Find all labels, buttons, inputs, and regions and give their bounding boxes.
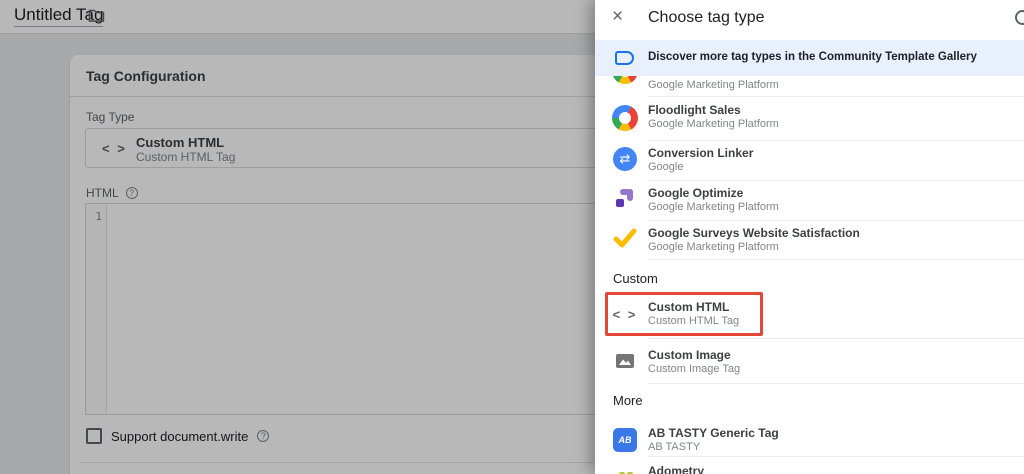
item-title: Google Optimize [648, 186, 743, 200]
section-header-more: More [613, 393, 643, 408]
item-subtitle: Google Marketing Platform [648, 201, 779, 213]
tag-type-item-conversion-linker[interactable]: ⇄ Conversion Linker Google [595, 139, 1024, 180]
checkmark-icon [612, 225, 638, 251]
item-title: AB TASTY Generic Tag [648, 426, 779, 440]
item-subtitle: Google Marketing Platform [648, 79, 779, 91]
adometry-icon [612, 463, 638, 474]
floodlight-icon [612, 105, 638, 131]
item-subtitle: Google Marketing Platform [648, 241, 779, 253]
divider [648, 259, 1024, 260]
optimize-icon [612, 185, 638, 211]
banner-text: Discover more tag types in the Community… [648, 51, 977, 63]
tag-type-item-google-optimize[interactable]: Google Optimize Google Marketing Platfor… [595, 179, 1024, 220]
item-title: Google Surveys Website Satisfaction [648, 226, 860, 240]
choose-tag-type-panel: × Choose tag type Google Marketing Platf… [595, 0, 1024, 474]
item-subtitle: Google Marketing Platform [648, 118, 779, 130]
tag-editor-page: Untitled Tag Tag Configuration Tag Type … [0, 0, 595, 474]
tag-type-item-custom-html[interactable]: < > Custom HTML Custom HTML Tag [595, 293, 1024, 337]
panel-header: × Choose tag type [595, 0, 1024, 40]
template-gallery-icon [615, 51, 634, 65]
divider [648, 338, 1024, 339]
item-title: Floodlight Sales [648, 103, 741, 117]
item-title: Custom HTML [648, 300, 729, 314]
tag-type-item-adometry[interactable]: Adometry [595, 457, 1024, 474]
modal-backdrop[interactable] [0, 0, 595, 474]
tag-type-item-custom-image[interactable]: Custom Image Custom Image Tag [595, 341, 1024, 385]
item-subtitle: AB TASTY [648, 441, 700, 453]
section-header-custom: Custom [613, 271, 658, 286]
item-title: Conversion Linker [648, 146, 753, 160]
panel-title: Choose tag type [648, 9, 765, 27]
item-subtitle: Google [648, 161, 683, 173]
link-swap-icon: ⇄ [612, 146, 638, 172]
image-icon [612, 348, 638, 374]
close-icon[interactable]: × [612, 7, 623, 26]
gtm-screen: Untitled Tag Tag Configuration Tag Type … [0, 0, 1024, 474]
item-title: Custom Image [648, 348, 731, 362]
tag-type-item-floodlight-sales[interactable]: Floodlight Sales Google Marketing Platfo… [595, 96, 1024, 140]
ab-tasty-icon: AB [612, 427, 638, 453]
community-gallery-banner[interactable]: Discover more tag types in the Community… [595, 40, 1024, 76]
item-title: Adometry [648, 464, 704, 474]
item-subtitle: Custom HTML Tag [648, 315, 739, 327]
tag-type-item-ab-tasty[interactable]: AB AB TASTY Generic Tag AB TASTY [595, 419, 1024, 456]
search-icon[interactable] [1015, 10, 1024, 25]
code-icon: < > [612, 301, 638, 327]
item-subtitle: Custom Image Tag [648, 363, 740, 375]
tag-type-item-google-surveys[interactable]: Google Surveys Website Satisfaction Goog… [595, 219, 1024, 259]
